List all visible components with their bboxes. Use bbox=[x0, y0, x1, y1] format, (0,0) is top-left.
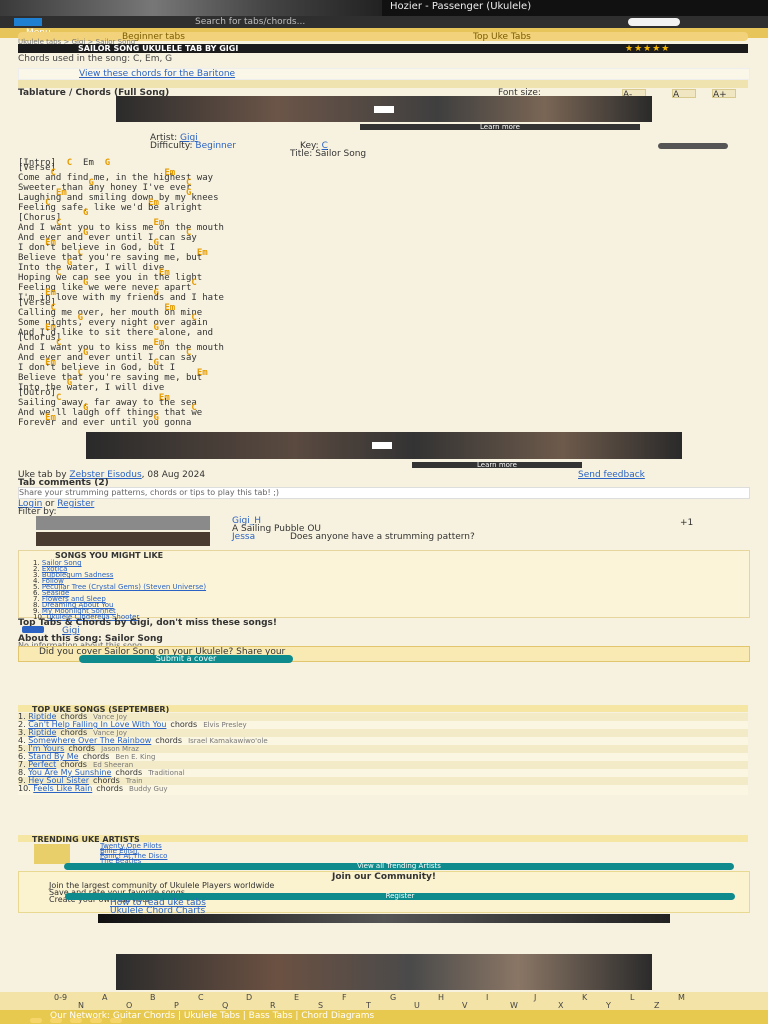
alphabet-link[interactable]: K bbox=[582, 993, 587, 1002]
comment-avatar bbox=[36, 516, 210, 530]
alphabet-link[interactable]: 0-9 bbox=[54, 993, 67, 1002]
alphabet-link[interactable]: W bbox=[510, 1001, 518, 1010]
play-icon[interactable] bbox=[374, 106, 394, 113]
search-bar: Search for tabs/chords... bbox=[0, 16, 768, 28]
alphabet-link[interactable]: R bbox=[270, 1001, 276, 1010]
social-icon[interactable] bbox=[110, 1018, 122, 1023]
comment-input[interactable]: Share your strumming patterns, chords or… bbox=[18, 487, 750, 499]
social-icon[interactable] bbox=[50, 1018, 62, 1023]
top-song-number: 10. bbox=[18, 784, 34, 793]
top-song-artist: Elvis Presley bbox=[203, 721, 247, 729]
alphabet-link[interactable]: F bbox=[342, 993, 347, 1002]
rating-stars[interactable]: ★★★★★ bbox=[625, 44, 670, 54]
video-ad[interactable]: Learn more bbox=[116, 96, 652, 131]
top-songs-heading-bar: TOP UKE SONGS (SEPTEMBER) bbox=[18, 705, 748, 714]
more-songs-text: Top Tabs & Chords by Gigi, don't miss th… bbox=[18, 618, 278, 628]
tab-text: Forever and ever until you gonna bbox=[18, 418, 192, 428]
chords-used: Chords used in the song: C, Em, G bbox=[18, 54, 173, 64]
social-icon[interactable] bbox=[30, 1018, 42, 1023]
meta-difficulty: Difficulty: Beginner bbox=[150, 141, 236, 151]
social-icon[interactable] bbox=[70, 1018, 82, 1023]
top-song-link[interactable]: Feels Like Rain bbox=[33, 784, 92, 793]
comment-avatar bbox=[36, 532, 210, 546]
songs-like-list: 1. Sailor Song 2. Exotica 3. Bubblegum Sad… bbox=[19, 560, 749, 621]
alphabet-link[interactable]: L bbox=[630, 993, 634, 1002]
top-song-kind: chords bbox=[170, 720, 198, 729]
top-song-row: 10. Feels Like Rain chords Buddy Guy bbox=[18, 785, 748, 795]
video-ad-3[interactable] bbox=[116, 954, 652, 990]
top-song-artist: Israel Kamakawiwo'ole bbox=[188, 737, 268, 745]
top-song-artist: Buddy Guy bbox=[129, 785, 168, 793]
alphabet-link[interactable]: V bbox=[462, 1001, 467, 1010]
top-bar: Hozier - Passenger (Ukulele) bbox=[0, 0, 768, 16]
trending-heading-bar: TRENDING UKE ARTISTS bbox=[18, 835, 748, 844]
cover-banner: Did you cover Sailor Song on your Ukulel… bbox=[18, 646, 750, 663]
view-all-trending-button[interactable]: View all Trending Artists bbox=[64, 863, 734, 870]
play-icon[interactable] bbox=[372, 442, 392, 449]
top-song-artist: Train bbox=[125, 777, 143, 785]
songs-like-heading: SONGS YOU MIGHT LIKE bbox=[55, 551, 164, 560]
alphabet-link[interactable]: A bbox=[102, 993, 107, 1002]
alphabet-link[interactable]: C bbox=[198, 993, 204, 1002]
song-header-text: SAILOR SONG UKULELE TAB BY GIGI bbox=[78, 44, 239, 53]
search-button[interactable] bbox=[628, 18, 680, 26]
register-link[interactable]: Register bbox=[57, 499, 94, 509]
top-song-kind: chords bbox=[96, 784, 124, 793]
font-increase-button[interactable]: A+ bbox=[712, 89, 736, 100]
video-ad-2[interactable]: Learn more bbox=[86, 432, 682, 469]
alphabet-link[interactable]: P bbox=[174, 1001, 179, 1010]
alphabet-link[interactable]: Q bbox=[222, 1001, 228, 1010]
alphabet-link[interactable]: Y bbox=[606, 1001, 611, 1010]
top-song-kind: chords bbox=[155, 736, 183, 745]
alphabet-nav: 0-9 A B C D E F G H I J K L M N O P Q R S T U V W X Y Z bbox=[0, 992, 768, 1010]
alphabet-link[interactable]: J bbox=[534, 993, 536, 1002]
learn-more-button[interactable]: Learn more bbox=[412, 462, 582, 469]
alphabet-link[interactable]: U bbox=[414, 1001, 420, 1010]
banner-ad[interactable] bbox=[98, 914, 670, 923]
strum-toggle[interactable] bbox=[658, 143, 728, 149]
songs-you-might-like: SONGS YOU MIGHT LIKE 1. Sailor Song 2. Ex… bbox=[18, 550, 750, 621]
top-uke-tabs-link[interactable]: Top Uke Tabs bbox=[473, 32, 531, 42]
alphabet-link[interactable]: I bbox=[486, 993, 488, 1002]
alphabet-link[interactable]: O bbox=[126, 1001, 132, 1010]
alphabet-link[interactable]: B bbox=[150, 993, 156, 1002]
submit-cover-button[interactable]: Submit a cover bbox=[79, 655, 293, 663]
send-feedback-link[interactable]: Send feedback bbox=[578, 470, 645, 480]
alphabet-link[interactable]: N bbox=[78, 1001, 84, 1010]
learn-more-button[interactable]: Learn more bbox=[360, 124, 640, 131]
alphabet-link[interactable]: G bbox=[390, 993, 396, 1002]
baritone-link[interactable]: View these chords for the Baritone bbox=[79, 69, 235, 79]
alphabet-link[interactable]: M bbox=[678, 993, 685, 1002]
alphabet-link[interactable]: H bbox=[438, 993, 444, 1002]
top-song-artist: Traditional bbox=[148, 769, 185, 777]
baritone-note: View these chords for the Baritone bbox=[18, 68, 750, 80]
comment-text: Does anyone have a strumming pattern? bbox=[290, 532, 475, 542]
comment-user[interactable]: Jessa bbox=[232, 532, 255, 542]
alphabet-link[interactable]: T bbox=[366, 1001, 371, 1010]
community-join-heading: Join our Community! bbox=[331, 872, 437, 882]
comment-vote[interactable]: +1 bbox=[680, 518, 693, 528]
search-input[interactable]: Search for tabs/chords... bbox=[195, 17, 305, 27]
site-logo[interactable] bbox=[14, 18, 42, 26]
alphabet-link[interactable]: Z bbox=[654, 1001, 659, 1010]
tab-line: Forever and ever until you gonna bbox=[18, 418, 758, 428]
social-icon[interactable] bbox=[90, 1018, 102, 1023]
page-title: Hozier - Passenger (Ukulele) bbox=[390, 1, 532, 12]
artist-pill[interactable] bbox=[22, 626, 44, 633]
font-reset-button[interactable]: A bbox=[672, 89, 696, 100]
alphabet-link[interactable]: D bbox=[246, 993, 252, 1002]
alphabet-link[interactable]: S bbox=[318, 1001, 323, 1010]
header-photo bbox=[0, 0, 382, 16]
alphabet-link[interactable]: E bbox=[294, 993, 299, 1002]
tab-header-strip bbox=[18, 80, 748, 88]
top-song-artist: Ben E. King bbox=[115, 753, 156, 761]
alphabet-link[interactable]: X bbox=[558, 1001, 563, 1010]
